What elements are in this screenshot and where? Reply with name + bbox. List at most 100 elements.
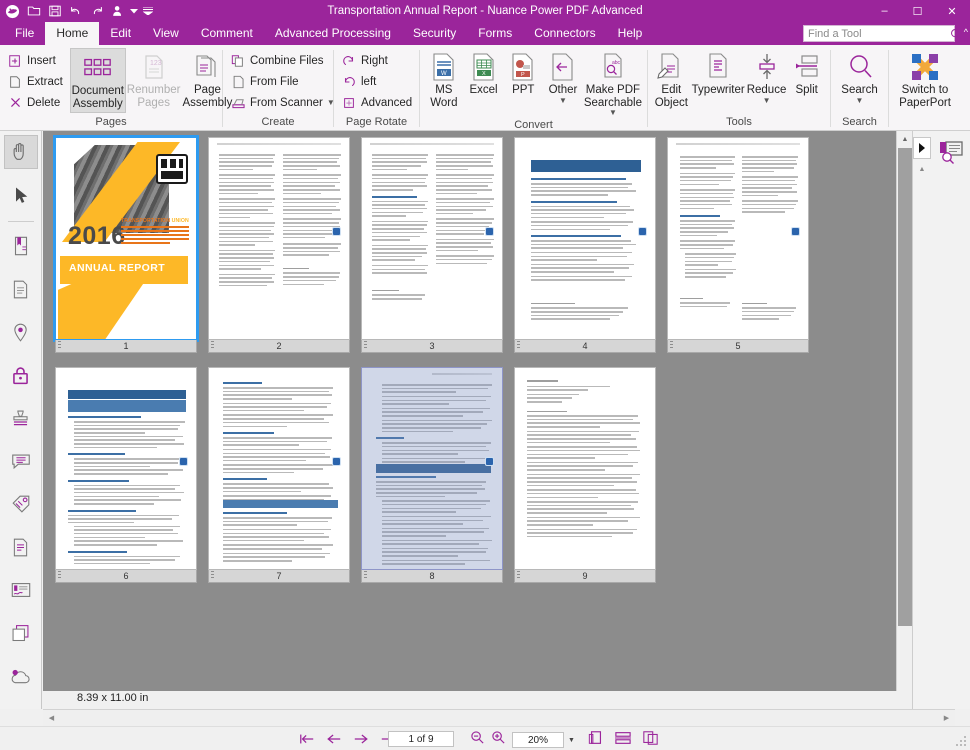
page-surface-2[interactable] [208, 137, 350, 340]
extract-button[interactable]: Extract [4, 71, 68, 92]
zoom-level-input[interactable]: 20% [512, 732, 564, 748]
drag-grip[interactable] [517, 571, 520, 580]
reduce-button[interactable]: Reduce ▼ [746, 48, 788, 107]
layers-icon[interactable] [4, 616, 38, 650]
rotate-advanced-button[interactable]: Advanced [338, 92, 417, 113]
user-icon[interactable] [108, 2, 127, 21]
facing-pages-view-icon[interactable] [642, 730, 659, 750]
undo-icon[interactable] [66, 2, 85, 21]
drag-grip[interactable] [670, 341, 673, 350]
menu-tab-file[interactable]: File [4, 22, 45, 45]
page-thumbnail-8[interactable]: 8 [361, 367, 503, 583]
select-tool-icon[interactable] [4, 178, 38, 212]
single-page-view-icon[interactable] [588, 730, 604, 750]
page-thumbnail-2[interactable]: 2 [208, 137, 350, 353]
menu-tab-forms[interactable]: Forms [467, 22, 523, 45]
minimize-button[interactable]: – [868, 0, 901, 22]
page-thumbnail-9[interactable]: 9 [514, 367, 656, 583]
page-number-bar-2[interactable]: 2 [208, 340, 350, 353]
drag-grip[interactable] [58, 341, 61, 350]
from-scanner-button[interactable]: From Scanner ▼ [227, 92, 340, 113]
convert-other-button[interactable]: Other ▼ [543, 48, 583, 107]
rotate-right-button[interactable]: Right [338, 50, 417, 71]
fit-width-view-icon[interactable] [614, 730, 632, 750]
insertion-marker[interactable] [485, 457, 494, 466]
delete-button[interactable]: Delete [4, 92, 68, 113]
canvas-horizontal-scrollbar[interactable]: ◀ ▶ [43, 709, 955, 726]
drag-grip[interactable] [517, 341, 520, 350]
comments-icon[interactable] [4, 444, 38, 478]
canvas-vertical-scrollbar[interactable]: ▲ ▼ [896, 131, 912, 709]
menu-tab-comment[interactable]: Comment [190, 22, 264, 45]
convert-ms-word-button[interactable]: W MS Word [424, 48, 464, 111]
page-number-bar-5[interactable]: 5 [667, 340, 809, 353]
security-lock-icon[interactable] [4, 358, 38, 392]
insertion-marker[interactable] [332, 457, 341, 466]
page-number-bar-3[interactable]: 3 [361, 340, 503, 353]
page-thumbnail-1[interactable]: 2016 ANNUAL REPORT TRANSPORTATION UNION … [53, 135, 199, 353]
right-panel-scroll-up[interactable]: ▲ [913, 161, 931, 177]
find-a-tool-box[interactable] [803, 25, 962, 42]
page-surface-4[interactable] [514, 137, 656, 340]
chevron-down-icon[interactable]: ▼ [763, 96, 771, 105]
page-indicator-input[interactable]: 1 of 9 [388, 731, 454, 747]
page-surface-9[interactable] [514, 367, 656, 570]
page-thumbnail-7[interactable]: 7 [208, 367, 350, 583]
bookmark-search-icon[interactable] [937, 139, 965, 165]
pages-panel-icon[interactable] [4, 272, 38, 306]
split-button[interactable]: Split [787, 48, 826, 99]
menu-tab-edit[interactable]: Edit [99, 22, 142, 45]
combine-files-button[interactable]: Combine Files [227, 50, 340, 71]
page-thumbnail-6[interactable]: 6 [55, 367, 197, 583]
chevron-down-icon[interactable]: ▼ [559, 96, 567, 105]
convert-ppt-button[interactable]: P PPT [503, 48, 543, 99]
cloud-connector-icon[interactable] [4, 659, 38, 693]
menu-tab-advanced-processing[interactable]: Advanced Processing [264, 22, 402, 45]
bookmarks-icon[interactable] [4, 229, 38, 263]
page-thumbnail-4[interactable]: 4 [514, 137, 656, 353]
stamps-icon[interactable] [4, 401, 38, 435]
save-icon[interactable] [45, 2, 64, 21]
drag-grip[interactable] [211, 341, 214, 350]
zoom-out-icon[interactable] [470, 730, 485, 750]
first-page-button[interactable] [298, 730, 315, 747]
hand-tool-icon[interactable] [3, 135, 38, 169]
page-number-bar-6[interactable]: 6 [55, 570, 197, 583]
expand-right-panel-button[interactable] [913, 137, 931, 159]
maximize-button[interactable]: ☐ [901, 0, 934, 22]
destinations-icon[interactable] [4, 315, 38, 349]
model-tree-icon[interactable] [4, 530, 38, 564]
edit-object-button[interactable]: Edit Object [652, 48, 691, 111]
drag-grip[interactable] [211, 571, 214, 580]
previous-page-button[interactable] [325, 730, 342, 747]
switch-to-paperport-button[interactable]: Switch to PaperPort [893, 48, 957, 111]
typewriter-button[interactable]: Typewriter [691, 48, 746, 99]
page-surface-5[interactable] [667, 137, 809, 340]
chevron-down-icon[interactable]: ▼ [568, 737, 575, 744]
open-icon[interactable] [24, 2, 43, 21]
document-assembly-button[interactable]: Document Assembly [69, 48, 126, 113]
customize-qat-icon[interactable] [141, 2, 155, 21]
zoom-in-icon[interactable] [491, 730, 506, 750]
page-surface-8[interactable] [361, 367, 503, 570]
insertion-marker[interactable] [179, 457, 188, 466]
menu-tab-security[interactable]: Security [402, 22, 467, 45]
drag-grip[interactable] [364, 341, 367, 350]
menu-tab-connectors[interactable]: Connectors [523, 22, 606, 45]
renumber-pages-button[interactable]: 123 Renumber Pages [126, 48, 182, 111]
make-pdf-searchable-button[interactable]: abc Make PDF Searchable ▼ [583, 48, 643, 119]
page-surface-6[interactable] [55, 367, 197, 570]
scroll-right-button[interactable]: ▶ [938, 710, 955, 726]
attachments-icon[interactable] [4, 487, 38, 521]
search-button[interactable]: Search ▼ [835, 48, 884, 107]
vertical-scroll-thumb[interactable] [898, 148, 912, 626]
menu-tab-view[interactable]: View [142, 22, 190, 45]
page-number-bar-1[interactable]: 1 [55, 340, 197, 353]
page-thumbnail-3[interactable]: 3 [361, 137, 503, 353]
insertion-marker[interactable] [485, 227, 494, 236]
page-surface-7[interactable] [208, 367, 350, 570]
insertion-marker[interactable] [332, 227, 341, 236]
next-page-button[interactable] [352, 730, 369, 747]
chevron-down-icon[interactable]: ▼ [856, 96, 864, 105]
page-number-bar-7[interactable]: 7 [208, 570, 350, 583]
